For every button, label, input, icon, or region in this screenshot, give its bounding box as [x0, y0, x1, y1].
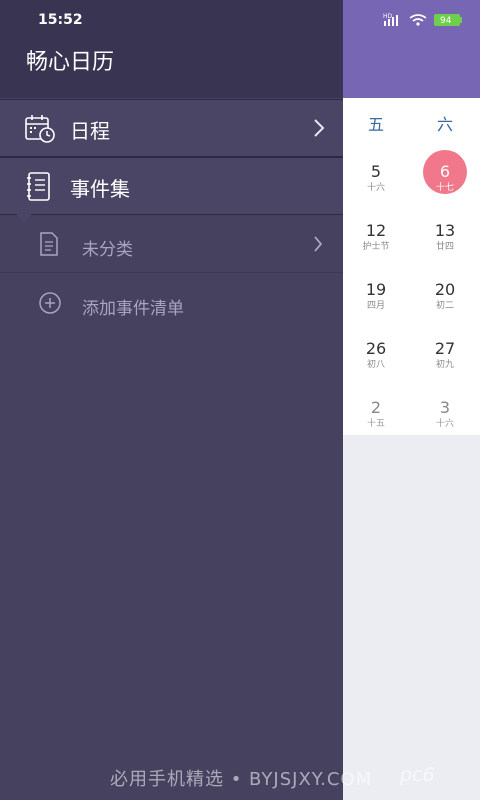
- calendar-day[interactable]: 19 四月: [351, 281, 401, 312]
- add-event-list-label: 添加事件清单: [82, 299, 184, 319]
- calendar-empty-area: [343, 435, 480, 800]
- calendar-day[interactable]: 13 廿四: [420, 222, 470, 253]
- drawer-item-schedule[interactable]: 日程: [0, 99, 343, 157]
- chevron-right-icon: [313, 235, 323, 253]
- document-icon: [38, 232, 60, 256]
- watermark-text: 必用手机精选 • BYJSJXY.COM: [110, 769, 373, 790]
- calendar-day[interactable]: 27 初九: [420, 340, 470, 371]
- drawer-item-event-collections[interactable]: 事件集: [0, 157, 343, 215]
- status-icons: HD 94: [382, 12, 472, 28]
- calendar-day-today[interactable]: 6 十七: [420, 163, 470, 194]
- drawer-item-label: 日程: [70, 119, 110, 143]
- navigation-drawer: 15:52 畅心日历 日程 事件集 未分类 添加事件清单: [0, 0, 343, 800]
- add-event-list-button[interactable]: 添加事件清单: [0, 274, 343, 332]
- chevron-right-icon: [313, 118, 325, 138]
- app-title: 畅心日历: [26, 50, 115, 75]
- weekday-sat: 六: [436, 115, 453, 134]
- calendar-day[interactable]: 26 初八: [351, 340, 401, 371]
- add-circle-icon: [38, 291, 61, 315]
- watermark-logo: pc6: [400, 764, 435, 786]
- calendar-clock-icon: [24, 114, 56, 144]
- weekday-fri: 五: [367, 115, 384, 134]
- notebook-icon: [24, 172, 56, 202]
- status-time: 15:52: [38, 12, 83, 28]
- event-list-label: 未分类: [82, 240, 133, 260]
- calendar-day[interactable]: 3 十六: [420, 399, 470, 430]
- calendar-body: [343, 98, 480, 435]
- drawer-item-label: 事件集: [70, 177, 130, 201]
- calendar-day[interactable]: 2 十五: [351, 399, 401, 430]
- event-list-uncategorized[interactable]: 未分类: [0, 215, 343, 273]
- calendar-day[interactable]: 12 护士节: [351, 222, 401, 253]
- divider: [0, 272, 343, 273]
- calendar-day[interactable]: 20 初二: [420, 281, 470, 312]
- battery-level: 94: [440, 16, 452, 26]
- calendar-day[interactable]: 5 十六: [351, 163, 401, 194]
- drawer-header: 15:52 畅心日历: [0, 0, 343, 98]
- network-type-label: HD: [383, 13, 393, 20]
